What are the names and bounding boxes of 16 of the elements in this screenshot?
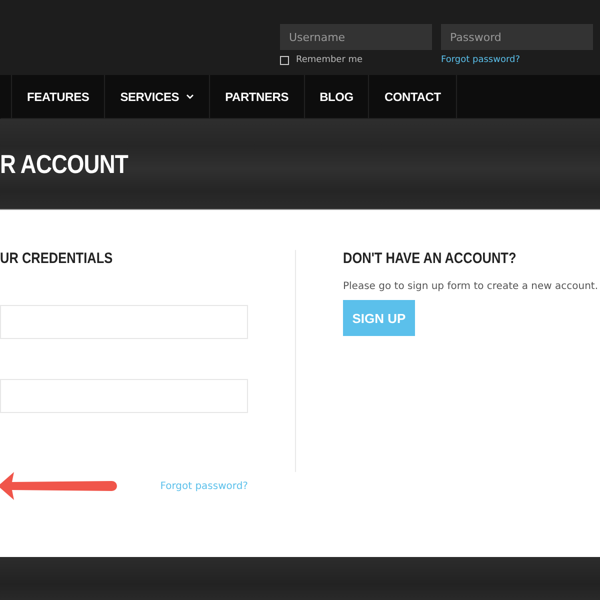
section-heading: DON'T HAVE AN ACCOUNT? <box>343 250 518 267</box>
username-field[interactable]: Username <box>280 24 432 50</box>
section-heading: UR CREDENTIALS <box>0 250 114 267</box>
remember-checkbox[interactable] <box>280 56 289 64</box>
nav-item[interactable]: CONTACT <box>368 75 457 118</box>
input-field[interactable] <box>0 305 248 339</box>
nav-item[interactable]: SERVICES <box>104 75 210 118</box>
nav-item[interactable]: PARTNERS <box>209 75 304 118</box>
nav-item[interactable]: FEATURES <box>11 75 104 118</box>
password-field[interactable]: Password <box>441 24 593 50</box>
remember-label: Remember me <box>296 55 363 65</box>
page-title: R ACCOUNT <box>0 148 128 180</box>
forgot-password-link[interactable]: Forgot password? <box>441 55 593 65</box>
input-field[interactable] <box>0 379 248 413</box>
signup-text: Please go to sign up form to create a new account. <box>343 281 598 292</box>
nav-item[interactable]: BLOG <box>304 75 368 118</box>
